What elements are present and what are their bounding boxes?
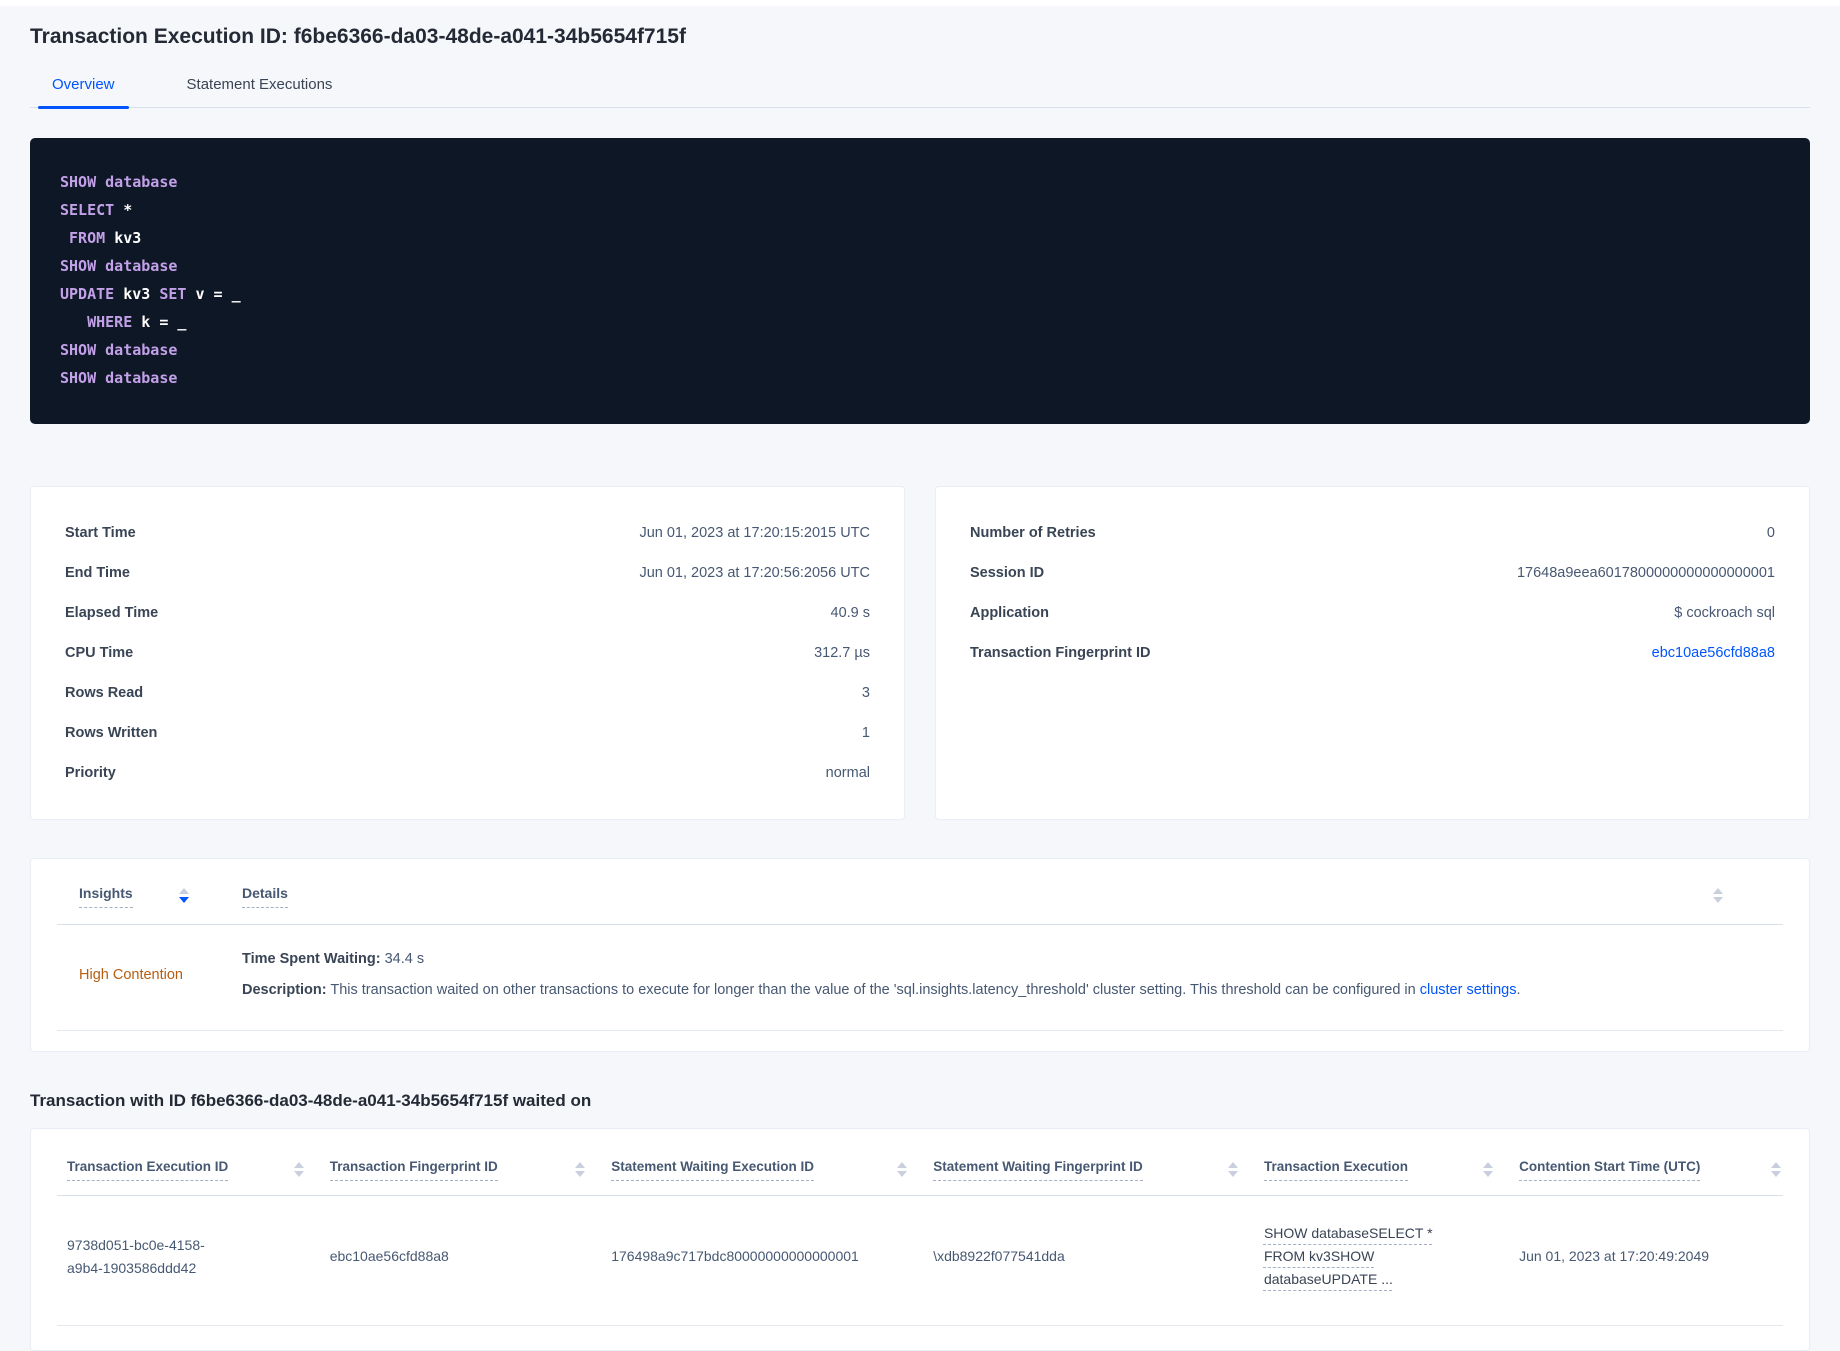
stat-label: Rows Written: [65, 725, 158, 741]
stat-label: Application: [970, 605, 1049, 621]
table-row: 9738d051-bc0e-4158-a9b4-1903586ddd42 ebc…: [57, 1196, 1783, 1326]
stat-label: Elapsed Time: [65, 605, 159, 621]
sql-statements-code: SHOW database SELECT * FROM kv3 SHOW datab…: [60, 168, 1780, 392]
cell-transaction-execution-id: 9738d051-bc0e-4158-a9b4-1903586ddd42: [67, 1236, 205, 1276]
description-text: This transaction waited on other transac…: [326, 982, 1420, 998]
stat-value: Jun 01, 2023 at 17:20:56:2056 UTC: [639, 565, 870, 581]
sql-code-line: WHERE k = _: [87, 313, 187, 331]
insight-details: Time Spent Waiting: 34.4 s Description: …: [242, 949, 1783, 1000]
sort-arrows-icon[interactable]: [178, 885, 189, 903]
sql-code-line: SHOW database: [60, 341, 178, 359]
sort-arrows-icon[interactable]: [1770, 1159, 1781, 1177]
column-header-transaction-fingerprint-id: Transaction Fingerprint ID: [329, 1159, 612, 1181]
tab-statement-executions[interactable]: Statement Executions: [173, 76, 347, 107]
summary-cards: Start Time Jun 01, 2023 at 17:20:15:2015…: [30, 486, 1810, 820]
stat-value: 1: [861, 725, 870, 741]
details-sort-header[interactable]: Details: [242, 885, 288, 908]
cell-transaction-execution: SHOW databaseSELECT * FROM kv3SHOW datab…: [1264, 1222, 1519, 1291]
sort-arrows-icon[interactable]: [897, 1159, 908, 1177]
stat-value: $ cockroach sql: [1674, 605, 1775, 621]
sort-arrows-icon[interactable]: [1483, 1159, 1494, 1177]
sql-code-line: SELECT *: [60, 201, 133, 219]
sql-code-line: SHOW database: [60, 257, 178, 275]
sql-code-line: SHOW database: [60, 369, 178, 387]
column-header-label[interactable]: Contention Start Time (UTC): [1519, 1159, 1701, 1181]
stat-label: Number of Retries: [970, 525, 1096, 541]
insight-row-high-contention: High Contention Time Spent Waiting: 34.4…: [57, 925, 1783, 1031]
sort-arrows-icon[interactable]: [1713, 885, 1723, 903]
stat-label: End Time: [65, 565, 130, 581]
sql-code-line: FROM kv3: [69, 229, 142, 247]
stat-row-application: Application $ cockroach sql: [970, 593, 1775, 633]
sort-arrows-icon[interactable]: [1227, 1159, 1238, 1177]
sort-arrows-icon[interactable]: [575, 1159, 586, 1177]
insights-column-header: Insights: [57, 885, 242, 908]
column-header-label[interactable]: Transaction Fingerprint ID: [329, 1159, 498, 1181]
column-header-statement-waiting-execution-id: Statement Waiting Execution ID: [611, 1159, 933, 1181]
execution-stats-card: Start Time Jun 01, 2023 at 17:20:15:2015…: [30, 486, 905, 820]
stat-label: Transaction Fingerprint ID: [970, 645, 1151, 661]
stat-label: Start Time: [65, 525, 136, 541]
column-header-transaction-execution-id: Transaction Execution ID: [57, 1159, 330, 1181]
insights-table-header: Insights Details: [57, 871, 1783, 925]
column-header-label[interactable]: Statement Waiting Fingerprint ID: [933, 1159, 1143, 1181]
cell-transaction-fingerprint-id: ebc10ae56cfd88a8: [329, 1248, 449, 1264]
stat-value: 0: [1766, 525, 1775, 541]
column-header-label[interactable]: Statement Waiting Execution ID: [611, 1159, 814, 1181]
stat-value: Jun 01, 2023 at 17:20:15:2015 UTC: [639, 525, 870, 541]
cluster-settings-link[interactable]: cluster settings: [1420, 982, 1517, 998]
sort-arrows-icon[interactable]: [293, 1159, 304, 1177]
insight-description: Description: This transaction waited on …: [242, 980, 1783, 1000]
stat-row-transaction-fingerprint-id: Transaction Fingerprint ID ebc10ae56cfd8…: [970, 633, 1775, 673]
transaction-fingerprint-id-link[interactable]: ebc10ae56cfd88a8: [1652, 643, 1775, 663]
stat-row-end-time: End Time Jun 01, 2023 at 17:20:56:2056 U…: [65, 553, 870, 593]
stat-row-start-time: Start Time Jun 01, 2023 at 17:20:15:2015…: [65, 513, 870, 553]
column-header-contention-start-time: Contention Start Time (UTC): [1519, 1159, 1783, 1181]
waited-on-heading: Transaction with ID f6be6366-da03-48de-a…: [30, 1091, 592, 1110]
stat-value: 17648a9eea6017800000000000000001: [1516, 565, 1775, 581]
column-header-transaction-execution: Transaction Execution: [1263, 1159, 1519, 1181]
stat-row-elapsed-time: Elapsed Time 40.9 s: [65, 593, 870, 633]
cell-statement-waiting-fingerprint-id: \xdb8922f077541dda: [933, 1248, 1065, 1264]
stat-row-session-id: Session ID 17648a9eea6017800000000000000…: [970, 553, 1775, 593]
cell-statement-waiting-execution-id: 176498a9c717bdc80000000000000001: [611, 1248, 859, 1264]
description-label: Description:: [242, 982, 327, 998]
waited-table-header: Transaction Execution ID Transaction Fin…: [57, 1143, 1783, 1196]
insights-sort-header[interactable]: Insights: [79, 885, 133, 908]
session-stats-card: Number of Retries 0 Session ID 17648a9ee…: [935, 486, 1810, 820]
tab-overview[interactable]: Overview: [38, 76, 129, 109]
column-header-label[interactable]: Transaction Execution ID: [67, 1159, 229, 1181]
sql-statements-box: SHOW database SELECT * FROM kv3 SHOW datab…: [30, 138, 1810, 424]
stat-value: 312.7 µs: [814, 645, 870, 661]
transaction-execution-link[interactable]: SHOW databaseSELECT * FROM kv3SHOW datab…: [1264, 1222, 1442, 1291]
stat-row-rows-read: Rows Read 3: [65, 673, 870, 713]
cell-contention-start-time: Jun 01, 2023 at 17:20:49:2049: [1519, 1248, 1710, 1264]
stat-value: normal: [825, 765, 870, 781]
sql-code-line: UPDATE kv3 SET v = _: [60, 285, 241, 303]
description-suffix: .: [1516, 982, 1521, 998]
top-strip: [0, 0, 1840, 6]
column-header-label[interactable]: Transaction Execution: [1263, 1159, 1408, 1181]
insight-type-badge: High Contention: [79, 966, 183, 983]
stat-label: Priority: [65, 765, 116, 781]
time-spent-waiting-value: 34.4 s: [380, 951, 425, 967]
page-title: Transaction Execution ID: f6be6366-da03-…: [30, 25, 686, 48]
column-header-statement-waiting-fingerprint-id: Statement Waiting Fingerprint ID: [933, 1159, 1264, 1181]
sql-code-line: SHOW database: [60, 173, 178, 191]
stat-label: Session ID: [970, 565, 1045, 581]
stat-value: 40.9 s: [830, 605, 871, 621]
stat-label: CPU Time: [65, 645, 134, 661]
details-column-header: Details: [242, 885, 1783, 908]
stat-label: Rows Read: [65, 685, 144, 701]
time-spent-waiting-label: Time Spent Waiting:: [242, 951, 381, 967]
insights-card: Insights Details High Contention Time Sp…: [30, 858, 1810, 1052]
stat-row-cpu-time: CPU Time 312.7 µs: [65, 633, 870, 673]
tab-bar: Overview Statement Executions: [30, 76, 1810, 109]
stat-value: 3: [861, 685, 870, 701]
stat-row-number-of-retries: Number of Retries 0: [970, 513, 1775, 553]
stat-row-priority: Priority normal: [65, 753, 870, 793]
time-spent-waiting: Time Spent Waiting: 34.4 s: [242, 949, 1783, 969]
stat-row-rows-written: Rows Written 1: [65, 713, 870, 753]
